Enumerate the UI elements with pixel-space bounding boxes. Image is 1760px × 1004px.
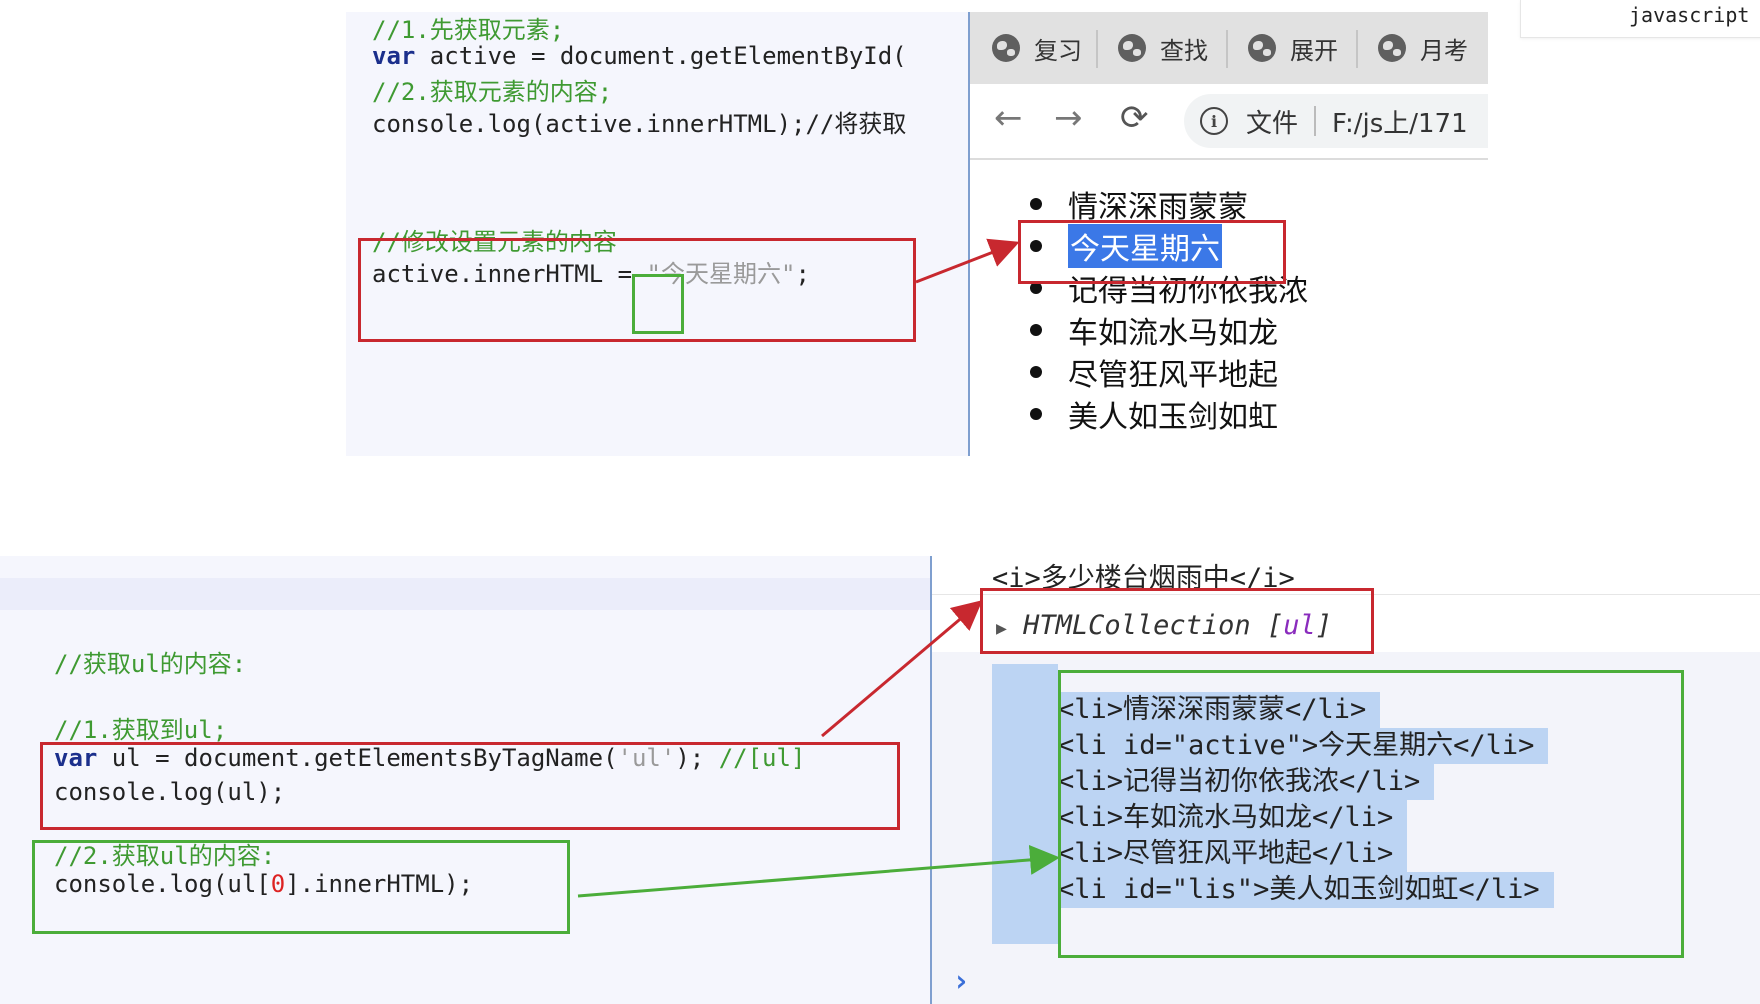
arrow-red: [915, 238, 1020, 284]
arrow-red: [821, 600, 983, 738]
annotation-arrows: [577, 238, 1060, 898]
arrow-green: [577, 844, 1060, 898]
